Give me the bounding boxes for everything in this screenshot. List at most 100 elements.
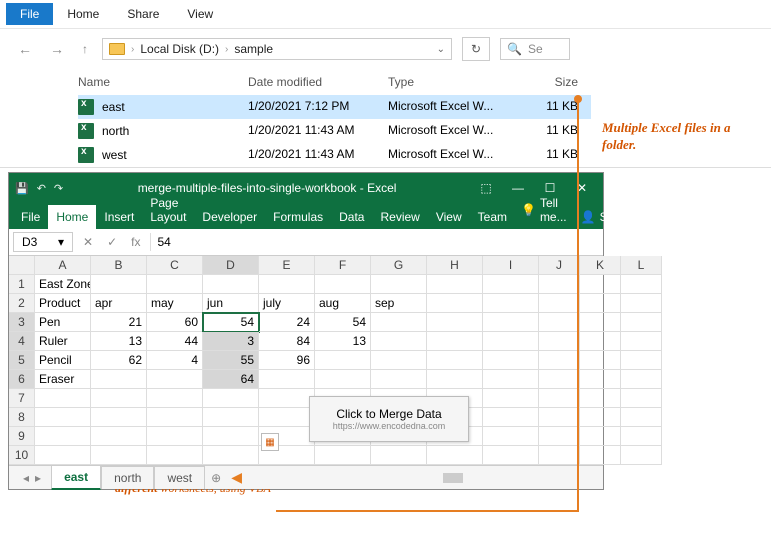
- cell[interactable]: [315, 351, 371, 370]
- chevron-down-icon[interactable]: ▾: [58, 235, 64, 249]
- cell[interactable]: may: [147, 294, 203, 313]
- explorer-menu-view[interactable]: View: [173, 3, 227, 25]
- cell[interactable]: [483, 408, 539, 427]
- cell[interactable]: [483, 446, 539, 465]
- tab-formulas[interactable]: Formulas: [265, 205, 331, 229]
- row-header[interactable]: 1: [9, 275, 35, 294]
- cell[interactable]: East Zone: [35, 275, 91, 294]
- cell[interactable]: july: [259, 294, 315, 313]
- cell[interactable]: 44: [147, 332, 203, 351]
- cell[interactable]: [91, 389, 147, 408]
- col-header[interactable]: F: [315, 256, 371, 275]
- merge-data-button[interactable]: Click to Merge Data https://www.encodedn…: [309, 396, 469, 442]
- cell[interactable]: 24: [259, 313, 315, 332]
- col-header[interactable]: E: [259, 256, 315, 275]
- cell[interactable]: [621, 389, 662, 408]
- cell[interactable]: [147, 275, 203, 294]
- cell[interactable]: 21: [91, 313, 147, 332]
- cell[interactable]: [483, 427, 539, 446]
- cell[interactable]: [371, 275, 427, 294]
- add-sheet-icon[interactable]: ⊕: [205, 467, 227, 489]
- cell[interactable]: [621, 408, 662, 427]
- row-header[interactable]: 9: [9, 427, 35, 446]
- cell[interactable]: [315, 275, 371, 294]
- cell[interactable]: [580, 389, 621, 408]
- col-header[interactable]: L: [621, 256, 662, 275]
- cell[interactable]: [427, 275, 483, 294]
- cell[interactable]: [621, 427, 662, 446]
- cell[interactable]: [371, 313, 427, 332]
- cell[interactable]: [539, 408, 580, 427]
- cell[interactable]: [580, 275, 621, 294]
- share-button[interactable]: 👤Share: [573, 205, 640, 229]
- col-header[interactable]: B: [91, 256, 147, 275]
- row-header[interactable]: 8: [9, 408, 35, 427]
- tab-home[interactable]: Home: [48, 205, 96, 229]
- breadcrumb-drive[interactable]: Local Disk (D:): [140, 42, 219, 56]
- cell[interactable]: [371, 370, 427, 389]
- cell[interactable]: [259, 408, 315, 427]
- cell[interactable]: 84: [259, 332, 315, 351]
- cell[interactable]: [539, 446, 580, 465]
- scroll-thumb[interactable]: [443, 473, 463, 483]
- cell[interactable]: [539, 389, 580, 408]
- chevron-down-icon[interactable]: ⌄: [437, 44, 445, 55]
- cell[interactable]: [259, 275, 315, 294]
- tab-team[interactable]: Team: [470, 205, 515, 229]
- cell[interactable]: [91, 446, 147, 465]
- cell[interactable]: 3: [203, 332, 259, 351]
- col-header[interactable]: J: [539, 256, 580, 275]
- cell[interactable]: [427, 332, 483, 351]
- cell[interactable]: [483, 294, 539, 313]
- cell[interactable]: [147, 446, 203, 465]
- cell[interactable]: [371, 332, 427, 351]
- back-icon[interactable]: ←: [14, 39, 36, 59]
- row-header[interactable]: 7: [9, 389, 35, 408]
- cell[interactable]: Pencil: [35, 351, 91, 370]
- cell[interactable]: Product: [35, 294, 91, 313]
- refresh-button[interactable]: ↻: [462, 37, 490, 61]
- breadcrumb-folder[interactable]: sample: [234, 42, 273, 56]
- address-bar[interactable]: › Local Disk (D:) › sample ⌄: [102, 38, 452, 60]
- cell[interactable]: [147, 408, 203, 427]
- cell[interactable]: [539, 427, 580, 446]
- col-header[interactable]: A: [35, 256, 91, 275]
- col-header[interactable]: D: [203, 256, 259, 275]
- cell[interactable]: [621, 370, 662, 389]
- tab-review[interactable]: Review: [372, 205, 427, 229]
- col-date[interactable]: Date modified: [248, 75, 388, 89]
- next-sheet-icon[interactable]: ▸: [35, 471, 41, 485]
- col-header[interactable]: H: [427, 256, 483, 275]
- explorer-menu-file[interactable]: File: [6, 3, 53, 25]
- row-header[interactable]: 4: [9, 332, 35, 351]
- account-icon[interactable]: ⬚: [471, 177, 501, 199]
- col-header[interactable]: C: [147, 256, 203, 275]
- cell[interactable]: [621, 446, 662, 465]
- forward-icon[interactable]: →: [46, 39, 68, 59]
- cell[interactable]: 54: [203, 313, 259, 332]
- cell[interactable]: [35, 446, 91, 465]
- cell[interactable]: [91, 408, 147, 427]
- cell[interactable]: [427, 446, 483, 465]
- cell[interactable]: [580, 427, 621, 446]
- cell[interactable]: [91, 370, 147, 389]
- cell[interactable]: [427, 370, 483, 389]
- cell[interactable]: [35, 427, 91, 446]
- cell[interactable]: [91, 275, 147, 294]
- explorer-menu-share[interactable]: Share: [113, 3, 173, 25]
- tab-view[interactable]: View: [428, 205, 470, 229]
- cell[interactable]: [621, 294, 662, 313]
- cell[interactable]: Eraser: [35, 370, 91, 389]
- sheet-tab-north[interactable]: north: [101, 466, 154, 489]
- col-header[interactable]: K: [580, 256, 621, 275]
- cell[interactable]: 13: [315, 332, 371, 351]
- cell[interactable]: [35, 408, 91, 427]
- cell[interactable]: [483, 275, 539, 294]
- cell[interactable]: [580, 332, 621, 351]
- cell[interactable]: sep: [371, 294, 427, 313]
- cell[interactable]: 55: [203, 351, 259, 370]
- file-row[interactable]: west 1/20/2021 11:43 AM Microsoft Excel …: [78, 143, 591, 167]
- file-row[interactable]: north 1/20/2021 11:43 AM Microsoft Excel…: [78, 119, 591, 143]
- cell[interactable]: [427, 294, 483, 313]
- col-header[interactable]: I: [483, 256, 539, 275]
